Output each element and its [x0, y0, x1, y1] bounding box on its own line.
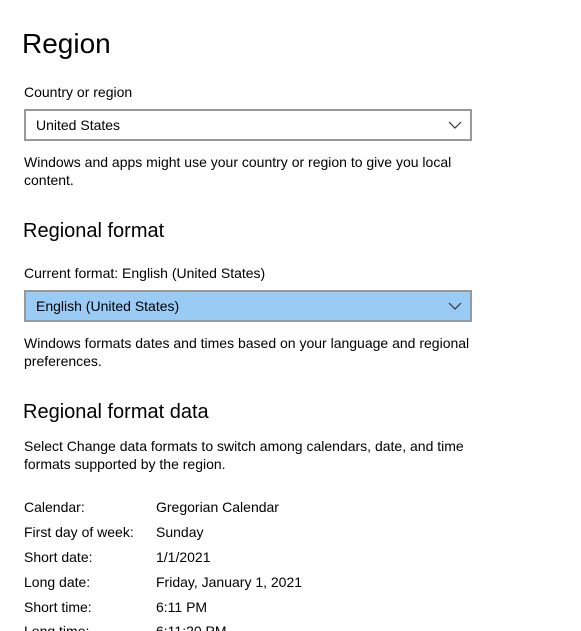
format-data-value: Sunday — [156, 524, 204, 540]
format-data-row-short-time: Short time: 6:11 PM — [24, 598, 564, 618]
country-dropdown-value: United States — [36, 117, 121, 133]
format-data-value: Friday, January 1, 2021 — [156, 574, 303, 590]
format-data-value: 6:11 PM — [156, 599, 208, 615]
format-data-key: Short time: — [24, 599, 92, 615]
regional-format-dropdown-value: English (United States) — [36, 298, 180, 314]
format-data-row-calendar: Calendar: Gregorian Calendar — [24, 498, 564, 518]
regional-format-data-heading: Regional format data — [23, 401, 209, 423]
format-data-value: 6:11:20 PM — [156, 623, 227, 631]
country-description: Windows and apps might use your country … — [24, 154, 452, 188]
format-data-key: Short date: — [24, 549, 93, 565]
format-data-key: Calendar: — [24, 499, 85, 515]
format-data-row-long-time: Long time: 6:11:20 PM — [24, 622, 564, 631]
format-data-row-long-date: Long date: Friday, January 1, 2021 — [24, 573, 564, 593]
country-label: Country or region — [24, 84, 133, 100]
chevron-down-icon — [448, 121, 462, 129]
chevron-down-icon — [448, 302, 462, 310]
regional-format-heading: Regional format — [23, 220, 165, 242]
format-data-key: First day of week: — [24, 524, 134, 540]
regional-format-dropdown[interactable]: English (United States) — [24, 290, 472, 322]
page-title: Region — [22, 28, 111, 59]
regional-format-description: Windows formats dates and times based on… — [24, 335, 470, 369]
format-data-value: 1/1/2021 — [156, 549, 211, 565]
format-data-key: Long date: — [24, 574, 91, 590]
regional-format-data-description: Select Change data formats to switch amo… — [24, 438, 464, 472]
format-data-value: Gregorian Calendar — [156, 499, 279, 515]
format-data-key: Long time: — [24, 623, 90, 631]
country-dropdown[interactable]: United States — [24, 109, 472, 141]
current-format-label: Current format: English (United States) — [24, 265, 266, 281]
format-data-row-short-date: Short date: 1/1/2021 — [24, 548, 564, 568]
format-data-row-first-day: First day of week: Sunday — [24, 523, 564, 543]
